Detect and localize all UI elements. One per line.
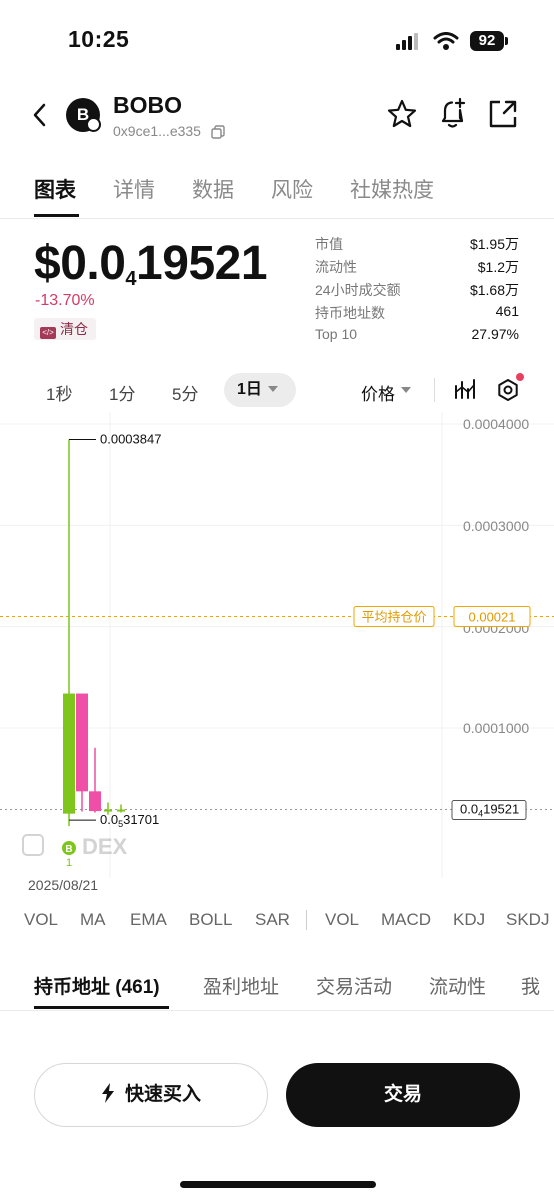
- low-label: 0.0531701: [100, 812, 159, 829]
- candle-body: [76, 693, 88, 792]
- indicator-skdj[interactable]: SKDJ: [506, 910, 549, 930]
- indicator-kdj[interactable]: KDJ: [453, 910, 485, 930]
- signal-icon: [396, 33, 418, 50]
- tab-activity[interactable]: 交易活动: [316, 972, 392, 999]
- y-tick-label: 0.0001000: [463, 720, 529, 736]
- code-icon: </>: [40, 327, 56, 339]
- indicator-sar[interactable]: SAR: [255, 910, 290, 930]
- caret-down-icon: [401, 387, 411, 393]
- candle-body: [89, 791, 101, 812]
- toolbar-separator: [434, 378, 435, 402]
- indicator-boll[interactable]: BOLL: [189, 910, 232, 930]
- wifi-icon: [433, 32, 459, 50]
- notification-dot: [516, 373, 524, 381]
- token-name: BOBO: [113, 92, 182, 118]
- candle-body: [63, 693, 75, 814]
- stat-volume-value: $1.68万: [469, 282, 519, 298]
- lightning-icon: [101, 1083, 114, 1103]
- status-time: 10:25: [68, 26, 130, 52]
- tabs-divider: [0, 218, 554, 219]
- buy-marker[interactable]: B 1: [62, 841, 76, 869]
- stat-liquidity-label: 流动性: [315, 259, 357, 275]
- favorite-star-icon[interactable]: [386, 98, 418, 130]
- home-indicator: [180, 1181, 376, 1188]
- candles: [63, 439, 125, 827]
- price-type-dropdown[interactable]: 价格: [361, 380, 411, 405]
- bottom-tab-underline: [34, 1006, 169, 1009]
- avg-cost-value: 0.00021: [469, 610, 516, 625]
- tab-liquidity[interactable]: 流动性: [429, 972, 486, 999]
- y-tick-label: 0.0004000: [463, 416, 529, 432]
- indicator-macd[interactable]: MACD: [381, 910, 431, 930]
- stat-holders-label: 持币地址数: [315, 305, 385, 321]
- share-icon[interactable]: [488, 99, 518, 129]
- timeframe-1m[interactable]: 1分: [109, 380, 135, 405]
- tab-details[interactable]: 详情: [113, 174, 155, 204]
- stat-top10-label: Top 10: [315, 326, 358, 342]
- buy-marker-count: 1: [66, 857, 72, 869]
- indicator-ema[interactable]: EMA: [130, 910, 167, 930]
- tab-underline: [34, 214, 79, 217]
- high-label: 0.0003847: [100, 432, 161, 447]
- stat-market-cap-value: $1.95万: [469, 236, 519, 252]
- tab-risk[interactable]: 风险: [271, 174, 313, 204]
- current-price: $0.0419521: [34, 237, 268, 290]
- copy-icon[interactable]: [211, 125, 225, 139]
- indicator-vol[interactable]: VOL: [24, 910, 58, 930]
- indicator-chart-icon[interactable]: [454, 378, 476, 400]
- tab-social[interactable]: 社媒热度: [350, 174, 434, 204]
- token-address: 0x9ce1...e335: [113, 123, 201, 139]
- tab-chart[interactable]: 图表: [34, 174, 76, 204]
- back-icon[interactable]: [30, 102, 50, 128]
- current-price-label: 0.0419521: [460, 802, 519, 819]
- chain-badge-icon: [86, 117, 101, 132]
- caret-down-icon: [268, 386, 278, 392]
- buy-marker-letter: B: [65, 844, 72, 855]
- battery-tip: [505, 37, 508, 45]
- y-tick-label: 0.0003000: [463, 518, 529, 534]
- indicator-ma[interactable]: MA: [80, 910, 106, 930]
- indicator-sub-vol[interactable]: VOL: [325, 910, 359, 930]
- current-price-tag: 0.0419521: [451, 800, 527, 821]
- clear-position-badge[interactable]: </> 清仓: [34, 318, 96, 340]
- battery-indicator: 92: [470, 31, 504, 51]
- timeframe-1s[interactable]: 1秒: [46, 380, 72, 405]
- stat-liquidity-value: $1.2万: [477, 259, 519, 275]
- timeframe-5m[interactable]: 5分: [172, 380, 198, 405]
- tab-data[interactable]: 数据: [192, 174, 234, 204]
- chart-settings-icon[interactable]: [496, 378, 520, 402]
- trade-button[interactable]: 交易: [286, 1063, 520, 1127]
- watermark-text: DEX: [82, 834, 128, 859]
- tab-profitable[interactable]: 盈利地址: [203, 972, 279, 999]
- price-change: -13.70%: [35, 292, 95, 309]
- stat-holders-value: 461: [495, 303, 519, 319]
- tab-mine[interactable]: 我: [521, 972, 540, 999]
- stat-top10-value: 27.97%: [471, 326, 519, 342]
- price-chart[interactable]: 0.0004000 0.0003000 0.0001000 0.0002000 …: [0, 412, 554, 878]
- chart-date: 2025/08/21: [28, 877, 99, 893]
- avg-cost-label: 平均持仓价: [361, 610, 426, 625]
- bottom-tabs-divider: [0, 1010, 554, 1011]
- indicator-separator: [306, 910, 307, 930]
- tab-holders[interactable]: 持币地址 (461): [34, 972, 160, 999]
- stat-volume-label: 24小时成交额: [315, 282, 401, 298]
- stat-market-cap-label: 市值: [315, 236, 343, 252]
- add-alert-icon[interactable]: [436, 97, 470, 131]
- timeframe-1d[interactable]: 1日: [224, 373, 296, 407]
- quick-buy-button[interactable]: 快速买入: [34, 1063, 268, 1127]
